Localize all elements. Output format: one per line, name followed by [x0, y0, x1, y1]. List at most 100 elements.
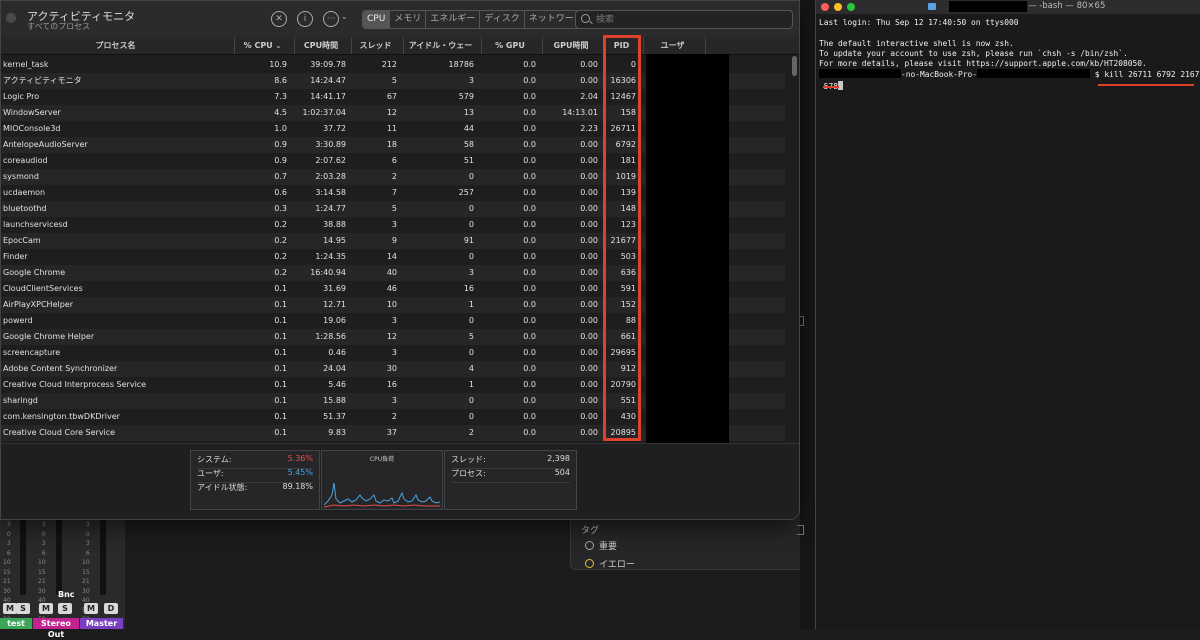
stat-value: 89.18% [282, 482, 313, 491]
terminal-window: — -bash — 80×65 Last login: Thu Sep 12 1… [815, 0, 1200, 629]
command-underline [823, 86, 839, 88]
cell-idle-wakeups: 0 [468, 348, 474, 357]
fader-scale-tick: 0 [41, 530, 46, 538]
cell-threads: 37 [386, 428, 397, 437]
fader-scale-tick: 15 [38, 568, 46, 576]
cell-process-name: launchservicesd [3, 220, 68, 229]
mute-button[interactable]: M [3, 603, 17, 614]
fader-track[interactable] [20, 515, 26, 595]
channel-name-stereo-out[interactable]: Stereo Out [33, 618, 79, 639]
cell-cpu-time: 37.72 [323, 124, 346, 133]
pid-column-highlight [603, 35, 641, 441]
column-idle-wakeups[interactable]: アイドル・ウェー [404, 37, 482, 54]
tag-item[interactable]: イエロー [585, 557, 635, 570]
tag-item[interactable]: 重要 [585, 539, 617, 552]
channel-name-master[interactable]: Master [80, 618, 123, 629]
column-user[interactable]: ユーザ [644, 37, 706, 54]
column-threads[interactable]: スレッド [352, 37, 404, 54]
column-gpu-percent[interactable]: % GPU [482, 37, 543, 54]
scrollbar-thumb[interactable] [792, 56, 797, 76]
cell-cpu-percent: 0.1 [274, 396, 287, 405]
cell-gpu-time: 0.00 [580, 268, 598, 277]
mute-button[interactable]: M [39, 603, 53, 614]
column-cpu-percent[interactable]: % CPU ⌄ [235, 37, 295, 54]
stat-label: システム: [197, 455, 232, 464]
fader-scale-tick: 0 [6, 530, 11, 538]
cell-process-name: Logic Pro [3, 92, 40, 101]
cell-cpu-time: 2:03.28 [315, 172, 346, 181]
channel-name-test[interactable]: test [0, 618, 32, 629]
tab-memory[interactable]: メモリ [390, 11, 427, 28]
cell-process-name: Finder [3, 252, 28, 261]
cell-gpu-percent: 0.0 [523, 316, 536, 325]
cell-cpu-time: 1:24.35 [315, 252, 346, 261]
fader-scale-tick: 21 [3, 578, 11, 585]
cell-idle-wakeups: 16 [463, 284, 474, 293]
info-icon[interactable]: i [297, 11, 313, 27]
cell-threads: 11 [386, 124, 397, 133]
cell-idle-wakeups: 4 [468, 364, 474, 373]
solo-button[interactable]: S [58, 603, 72, 614]
cell-cpu-percent: 4.5 [274, 108, 287, 117]
cell-cpu-time: 1:24.77 [315, 204, 346, 213]
stat-processes: プロセス: 504 [451, 468, 570, 483]
mute-button[interactable]: M [84, 603, 98, 614]
cell-cpu-time: 19.06 [323, 316, 346, 325]
search-field[interactable] [575, 10, 793, 29]
bracket-icon [797, 525, 804, 535]
fader-scale-tick: 10 [3, 559, 11, 566]
tab-disk[interactable]: ディスク [480, 11, 525, 28]
cell-gpu-time: 0.00 [580, 252, 598, 261]
cell-gpu-percent: 0.0 [523, 220, 536, 229]
cell-cpu-time: 14:24.47 [310, 76, 346, 85]
cell-cpu-time: 38.88 [323, 220, 346, 229]
minimize-window-icon[interactable] [834, 3, 842, 11]
terminal-output[interactable]: Last login: Thu Sep 12 17:40:50 on ttys0… [819, 18, 1200, 92]
cell-gpu-time: 0.00 [580, 140, 598, 149]
stop-process-icon[interactable]: ✕ [271, 11, 287, 27]
more-options-icon[interactable]: ··· [323, 11, 339, 27]
prompt-symbol: $ [1094, 70, 1100, 80]
cell-cpu-percent: 0.1 [274, 300, 287, 309]
cell-process-name: screencapture [3, 348, 61, 357]
fader-scale-tick: 6 [85, 549, 90, 557]
stat-value: 504 [554, 468, 570, 477]
tab-energy[interactable]: エネルギー [426, 11, 481, 28]
cell-threads: 10 [386, 300, 397, 309]
cell-cpu-time: 15.88 [323, 396, 346, 405]
window-close-button[interactable] [6, 13, 16, 23]
terminal-command: kill 26711 6792 21677 [1104, 70, 1200, 80]
cell-idle-wakeups: 257 [458, 188, 474, 197]
cell-idle-wakeups: 3 [468, 268, 474, 277]
tab-cpu[interactable]: CPU [363, 11, 391, 28]
cell-threads: 18 [386, 140, 397, 149]
tag-label: イエロー [599, 560, 635, 570]
solo-button[interactable]: S [16, 603, 30, 614]
cell-gpu-percent: 0.0 [523, 92, 536, 101]
cell-cpu-percent: 0.9 [274, 140, 287, 149]
cell-threads: 16 [386, 380, 397, 389]
zoom-window-icon[interactable] [847, 3, 855, 11]
vertical-scrollbar[interactable] [792, 54, 798, 443]
prompt-host: -no-MacBook-Pro- [901, 70, 978, 80]
cell-threads: 212 [381, 60, 397, 69]
close-window-icon[interactable] [821, 3, 829, 11]
cell-gpu-percent: 0.0 [523, 124, 536, 133]
fader-track[interactable] [56, 515, 62, 595]
cell-gpu-percent: 0.0 [523, 76, 536, 85]
chevron-down-icon[interactable]: ⌄ [341, 12, 348, 21]
cell-cpu-percent: 0.1 [274, 284, 287, 293]
fader-track[interactable] [100, 515, 106, 595]
stat-label: アイドル状態: [197, 483, 248, 492]
search-input[interactable] [594, 12, 788, 28]
cell-gpu-percent: 0.0 [523, 380, 536, 389]
terminal-line: The default interactive shell is now zsh… [819, 38, 1014, 48]
cell-idle-wakeups: 0 [468, 316, 474, 325]
column-gpu-time[interactable]: GPU時間 [543, 37, 604, 54]
cell-process-name: Creative Cloud Interprocess Service [3, 380, 147, 389]
column-cpu-time[interactable]: CPU時間 [295, 37, 352, 54]
cell-gpu-percent: 0.0 [523, 236, 536, 245]
dim-button[interactable]: D [104, 603, 118, 614]
column-process-name[interactable]: プロセス名 [1, 37, 235, 54]
cell-gpu-time: 0.00 [580, 76, 598, 85]
